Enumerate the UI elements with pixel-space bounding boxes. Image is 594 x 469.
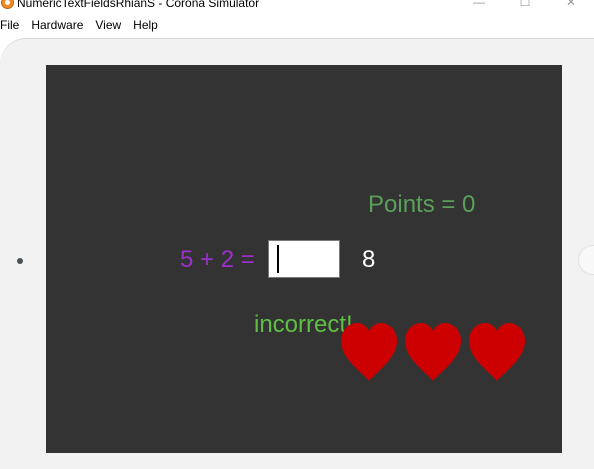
- menu-help[interactable]: Help: [127, 15, 164, 35]
- question-label: 5 + 2 =: [180, 246, 255, 273]
- heart-icon: [467, 321, 527, 385]
- feedback-label: incorrect!: [254, 311, 353, 338]
- title-bar: NumericTextFieldsRhianS - Corona Simulat…: [0, 0, 594, 14]
- close-button[interactable]: ✕: [548, 0, 594, 10]
- menu-file[interactable]: File: [0, 15, 25, 35]
- game-screen: Points = 0 5 + 2 = 8 incorrect!: [46, 65, 562, 453]
- device-home-button[interactable]: [578, 245, 594, 275]
- minimize-button[interactable]: —: [456, 0, 502, 10]
- heart-icon: [339, 321, 399, 385]
- menu-view[interactable]: View: [89, 15, 127, 35]
- window-controls: — ☐ ✕: [456, 0, 594, 10]
- points-label: Points = 0: [368, 191, 476, 218]
- text-caret: [277, 245, 279, 273]
- menu-hardware[interactable]: Hardware: [25, 15, 89, 35]
- menu-bar: File Hardware View Help: [0, 15, 594, 35]
- maximize-button[interactable]: ☐: [502, 0, 548, 10]
- device-camera-dot: [17, 258, 23, 264]
- lives-hearts: [339, 321, 529, 385]
- answer-display: 8: [362, 246, 376, 273]
- window-title: NumericTextFieldsRhianS - Corona Simulat…: [17, 0, 260, 10]
- corona-app-icon: [1, 0, 14, 9]
- heart-icon: [403, 321, 463, 385]
